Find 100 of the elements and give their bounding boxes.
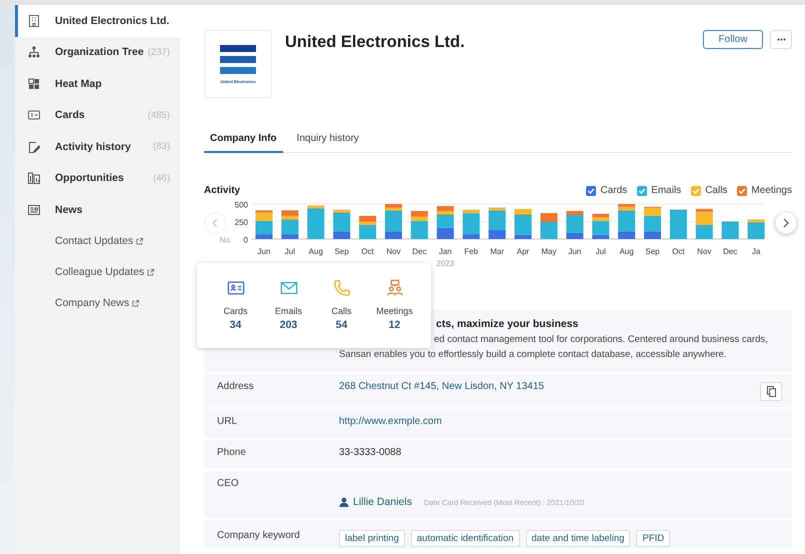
person-link[interactable]: Lillie Daniels	[353, 496, 412, 508]
stacked-bar	[540, 213, 558, 239]
sidebar-item[interactable]: Cards (485)	[15, 100, 180, 131]
next-button[interactable]	[775, 212, 797, 234]
stacked-bar	[385, 204, 402, 239]
legend-checkbox[interactable]: Meetings	[737, 185, 792, 196]
keyword-tag[interactable]: date and time labeling	[526, 530, 630, 547]
stat-label: Emails	[274, 306, 302, 316]
sidebar-link[interactable]: Colleague Updates	[15, 256, 180, 288]
stacked-bar	[462, 210, 480, 239]
sidebar-item[interactable]: Opportunities (46)	[15, 162, 180, 194]
activity-icon	[28, 140, 40, 153]
year-label: 2023	[436, 259, 454, 268]
axis-tick-label: 0	[244, 236, 248, 244]
copy-button[interactable]	[760, 382, 782, 401]
legend-checkbox[interactable]: Emails	[637, 185, 682, 196]
stat-value: 34	[230, 319, 242, 331]
stat-value: 54	[336, 319, 348, 331]
sidebar-item[interactable]: United Electronics Ltd.	[15, 5, 180, 36]
heatmap-icon	[28, 78, 40, 90]
field-link[interactable]: http://www.exmple.com	[339, 416, 442, 427]
bar	[514, 214, 532, 235]
field-label: URL	[217, 416, 238, 429]
sidebar-link[interactable]: Contact Updates	[15, 226, 180, 256]
sidebar-item[interactable]: News	[15, 194, 180, 226]
keyword-tag[interactable]: PFID	[636, 530, 670, 547]
bar	[592, 234, 610, 239]
bar	[385, 231, 402, 239]
field-label: CEO	[217, 478, 240, 491]
tab[interactable]: Inquiry history	[290, 127, 365, 153]
stacked-bar	[514, 208, 532, 239]
bar	[410, 211, 428, 217]
keyword-tag[interactable]: label printing	[339, 530, 405, 547]
bar	[540, 222, 558, 239]
legend-checkbox[interactable]: Cards	[586, 185, 628, 196]
stat-label: Cards	[223, 306, 248, 316]
bar	[410, 220, 428, 239]
stacked-bar	[644, 206, 661, 239]
more-button[interactable]	[770, 30, 792, 49]
sidebar-item[interactable]: Organization Tree (237)	[15, 36, 180, 68]
axis-tick-label: Feb	[464, 247, 478, 256]
bar	[462, 213, 480, 234]
bar	[618, 204, 636, 207]
axis-tick-label: 250	[234, 218, 248, 227]
stacked-bar	[696, 208, 713, 239]
chevron-right-icon	[783, 218, 789, 228]
bar	[281, 234, 298, 239]
bar	[281, 210, 298, 216]
bar	[488, 230, 506, 239]
description-text: ed contact management tool for corporations. Centered around business cards,	[434, 334, 768, 345]
sidebar-item[interactable]: Activity history (83)	[15, 131, 180, 162]
stacked-bar	[436, 206, 454, 239]
stat-label: Calls	[331, 306, 352, 316]
bar	[618, 206, 636, 210]
bar	[436, 211, 454, 214]
logo-stripes-icon	[220, 44, 256, 74]
legend-checkbox[interactable]: Calls	[691, 185, 728, 196]
news-icon	[28, 204, 40, 216]
bar	[540, 213, 558, 222]
field-link[interactable]: 268 Chestnut Ct #145, New Lisdon, NY 13415	[339, 381, 544, 392]
axis-tick-label: Aug	[619, 247, 634, 256]
sidebar-link[interactable]: Company News	[15, 288, 180, 318]
axis-tick-label: May	[541, 247, 556, 256]
stacked-bar	[748, 219, 765, 239]
stacked-bar	[722, 222, 739, 239]
tab[interactable]: Company Info	[204, 127, 283, 153]
follow-button[interactable]: Follow	[703, 30, 763, 49]
stacked-bar	[670, 210, 687, 239]
bar	[359, 216, 376, 222]
bar	[566, 214, 584, 233]
bar	[333, 212, 350, 232]
bar	[256, 220, 272, 234]
bar	[359, 225, 376, 239]
bar	[514, 208, 532, 214]
bar	[436, 206, 454, 211]
stacked-bar	[566, 211, 584, 239]
axis-tick-label: 500	[234, 200, 248, 210]
bar	[644, 231, 661, 239]
description-title: cts, maximize your business	[436, 318, 578, 330]
bar	[644, 216, 661, 232]
stat-value: 203	[280, 319, 298, 331]
tree-icon	[28, 46, 40, 58]
bar	[333, 231, 350, 239]
bar	[385, 210, 402, 232]
opportunity-icon	[28, 172, 40, 184]
item-count: (485)	[146, 110, 170, 121]
axis-tick-label: Jun	[568, 247, 582, 256]
axis-tick-label: Jan	[438, 247, 452, 256]
stacked-bar	[488, 208, 506, 239]
bar	[256, 212, 272, 221]
sidebar-item[interactable]: Heat Map	[15, 68, 180, 100]
bar	[281, 216, 298, 220]
axis-tick-label: Sep	[334, 247, 349, 256]
keyword-tag[interactable]: automatic identification	[410, 530, 520, 547]
bar	[618, 231, 636, 239]
stacked-bar	[333, 210, 350, 239]
bar	[488, 210, 506, 230]
bar	[592, 217, 610, 221]
person-icon	[339, 497, 349, 507]
item-count: (46)	[152, 172, 170, 184]
